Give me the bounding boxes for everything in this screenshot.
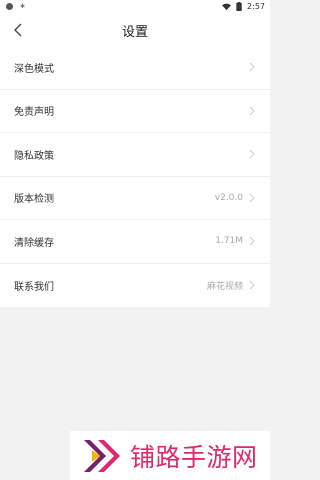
- setting-value: 1.71M: [215, 236, 243, 247]
- chevron-right-icon: [249, 280, 255, 290]
- setting-value: v2.0.0: [214, 192, 243, 203]
- setting-label: 隐私政策: [14, 150, 54, 162]
- chevron-right-icon: [249, 193, 255, 203]
- watermark: 铺路手游网: [70, 431, 270, 480]
- battery-icon: [236, 2, 242, 11]
- status-time: 2:57: [247, 2, 265, 11]
- chevron-left-icon: [14, 23, 22, 37]
- setting-label: 版本检测: [14, 194, 54, 206]
- setting-dark-mode[interactable]: 深色模式: [0, 46, 270, 90]
- status-bar: ✱ 2:57: [0, 0, 270, 15]
- setting-label: 清除缓存: [14, 237, 54, 249]
- watermark-logo-icon: [84, 439, 120, 472]
- setting-contact-us[interactable]: 联系我们 麻花视频: [0, 264, 270, 308]
- settings-dot-icon: ✱: [20, 3, 26, 10]
- status-left-icons: ✱: [6, 3, 25, 10]
- chevron-right-icon: [249, 149, 255, 159]
- dot-icon: [6, 3, 13, 10]
- header-bar: 设置: [0, 15, 270, 46]
- wifi-icon: [222, 3, 232, 10]
- setting-label: 免责声明: [14, 107, 54, 119]
- setting-clear-cache[interactable]: 清除缓存 1.71M: [0, 220, 270, 264]
- page-title: 设置: [121, 25, 148, 40]
- setting-version-check[interactable]: 版本检测 v2.0.0: [0, 177, 270, 220]
- setting-label: 深色模式: [14, 63, 54, 75]
- watermark-text: 铺路手游网: [130, 442, 258, 472]
- chevron-right-icon: [249, 236, 255, 246]
- setting-value: 麻花视频: [206, 281, 243, 292]
- setting-privacy-policy[interactable]: 隐私政策: [0, 133, 270, 177]
- chevron-right-icon: [249, 106, 255, 116]
- status-right-icons: 2:57: [222, 2, 265, 11]
- setting-disclaimer[interactable]: 免责声明: [0, 90, 270, 133]
- settings-list: 深色模式 免责声明 隐私政策 版本检测 v2.0.0 清除缓存 1.71M 联系…: [0, 46, 270, 307]
- chevron-right-icon: [249, 62, 255, 72]
- back-button[interactable]: [9, 21, 27, 39]
- setting-label: 联系我们: [14, 281, 54, 293]
